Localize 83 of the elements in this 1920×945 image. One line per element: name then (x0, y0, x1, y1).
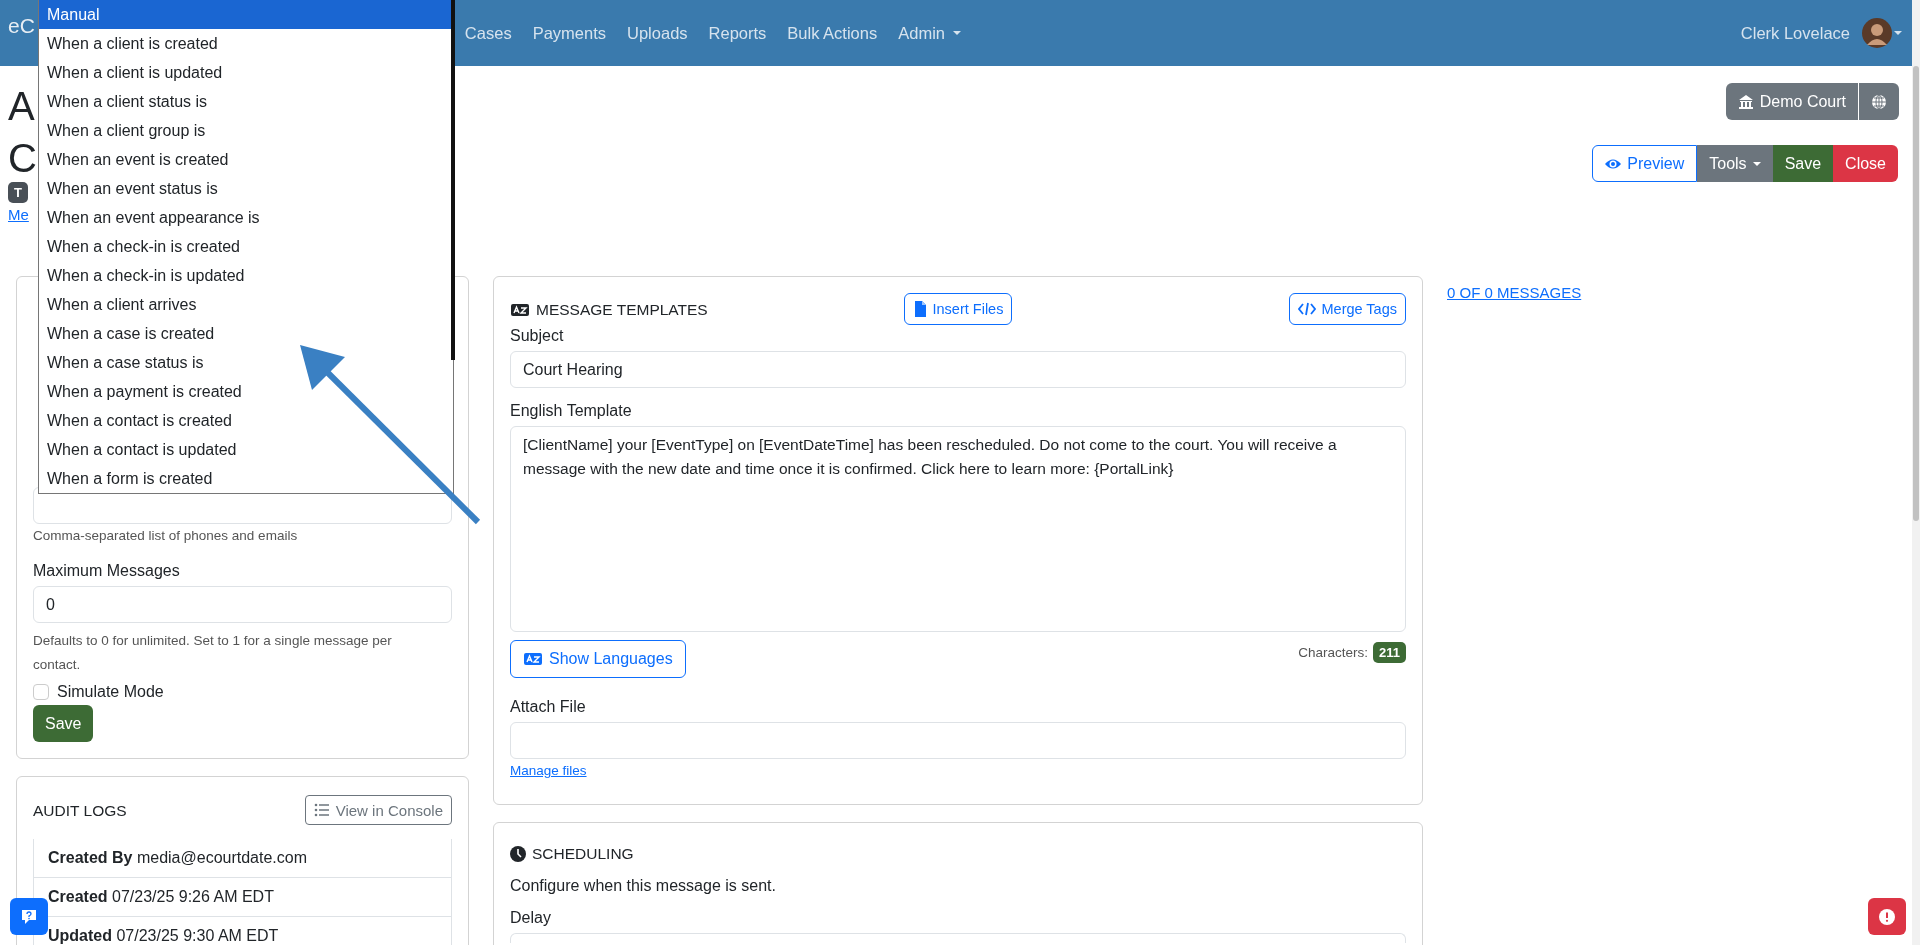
dropdown-menu[interactable] (38, 0, 454, 494)
caret-icon (953, 31, 961, 35)
card-title: MESSAGE TEMPLATES (536, 301, 708, 319)
dropdown-option[interactable]: When an event status is (39, 174, 453, 203)
language-button[interactable] (1859, 83, 1899, 120)
dropdown-option[interactable]: When a check-in is created (39, 232, 453, 261)
field-label: Maximum Messages (33, 562, 181, 580)
merge-tags-button[interactable]: Merge Tags (1288, 293, 1406, 325)
dropdown-option[interactable]: When a contact is created (39, 406, 453, 435)
attach-file-field[interactable] (510, 722, 1406, 759)
scrollbar-thumb[interactable] (451, 0, 455, 360)
delay-field[interactable] (510, 933, 1406, 943)
nav-link[interactable]: Bulk Actions (787, 23, 878, 43)
tools-button[interactable]: Tools (1697, 145, 1773, 182)
chat-icon (21, 908, 37, 925)
close-button[interactable]: Close (1833, 145, 1898, 182)
dropdown-option[interactable]: When a client is created (39, 29, 453, 58)
dropdown-option[interactable]: When a client group is (39, 116, 453, 145)
caret-icon (1752, 161, 1761, 166)
characters-label: Characters: (1298, 645, 1368, 660)
caret-icon (1894, 31, 1902, 35)
card-title: SCHEDULING (532, 845, 634, 863)
manage-files-link[interactable]: Manage files (510, 763, 587, 778)
subject-field[interactable]: Court Hearing (510, 351, 1406, 388)
nav-link[interactable]: Payments (532, 23, 606, 43)
nav-dropdown[interactable]: Admin (898, 23, 961, 43)
file-icon (912, 301, 927, 317)
globe-icon (1871, 93, 1887, 110)
checkbox-label: Simulate Mode (57, 683, 164, 701)
dropdown-option[interactable]: When a client arrives (39, 290, 453, 319)
nav-link[interactable]: Cases (464, 23, 512, 43)
insert-files-button[interactable]: Insert Files (903, 293, 1013, 325)
field-label: Subject (510, 327, 565, 345)
view-console-button[interactable]: View in Console (304, 795, 452, 825)
description-text: Configure when this message is sent. (510, 877, 777, 895)
user-name[interactable]: Clerk Lovelace (1740, 23, 1850, 43)
error-button[interactable] (1868, 898, 1906, 935)
list-icon (313, 802, 330, 818)
help-text: Comma-separated list of phones and emails (33, 527, 299, 545)
help-button[interactable] (10, 898, 48, 935)
court-button[interactable]: Demo Court (1725, 83, 1858, 120)
input-field[interactable]: 0 (33, 586, 452, 623)
status-badge: T (8, 182, 28, 203)
checkbox[interactable] (33, 684, 49, 700)
field-label: Attach File (510, 698, 587, 716)
count-badge: 211 (1373, 642, 1406, 663)
dropdown-option[interactable]: When a payment is created (39, 377, 453, 406)
dropdown-option[interactable]: When a client status is (39, 87, 453, 116)
caption-icon (523, 650, 543, 668)
messages-link[interactable]: 0 OF 0 MESSAGES (1447, 284, 1582, 301)
dropdown-option[interactable]: When an event appearance is (39, 203, 453, 232)
avatar-icon (1862, 18, 1892, 48)
alert-icon (1879, 908, 1895, 925)
dropdown-option[interactable]: When an event is created (39, 145, 453, 174)
nav-link[interactable]: Uploads (627, 23, 688, 43)
dropdown-option[interactable]: When a form is created (39, 464, 453, 493)
dropdown-option[interactable]: When a check-in is updated (39, 261, 453, 290)
preview-button[interactable]: Preview (1592, 145, 1698, 182)
show-languages-button[interactable]: Show Languages (510, 640, 686, 678)
help-text: Defaults to 0 for unlimited. Set to 1 for a single message per contact. (33, 632, 393, 674)
page-subtitle: C (8, 135, 37, 182)
clock-icon (510, 846, 526, 862)
audit-log-entry: Created By media@ecourtdate.com (33, 839, 452, 878)
card-title: AUDIT LOGS (33, 802, 127, 820)
building-icon (1737, 93, 1754, 110)
caption-icon (510, 301, 530, 319)
template-textarea[interactable]: [ClientName] your [EventType] on [EventDateTime] has been rescheduled. Do not come to the court. You will receive a message with the new date and time once it is confirmed. Click here to learn more: {PortalLink} (510, 426, 1406, 632)
dropdown-option[interactable]: When a client is updated (39, 58, 453, 87)
nav-link[interactable]: Reports (708, 23, 767, 43)
brand-logo[interactable]: eC (8, 14, 35, 38)
dropdown-option[interactable]: When a case is created (39, 319, 453, 348)
dropdown-option[interactable]: When a contact is updated (39, 435, 453, 464)
user-menu[interactable] (1862, 18, 1902, 48)
page-link[interactable]: Me (8, 206, 29, 223)
code-icon (1297, 301, 1316, 317)
save-button[interactable]: Save (1772, 145, 1834, 182)
dropdown-option[interactable]: Manual (39, 0, 453, 29)
field-label: English Template (510, 402, 633, 420)
page-title: A (8, 83, 35, 130)
dropdown-option[interactable]: When a case status is (39, 348, 453, 377)
scrollbar[interactable] (1912, 0, 1920, 945)
save-button[interactable]: Save (33, 705, 94, 742)
field-label: Delay (510, 909, 552, 927)
